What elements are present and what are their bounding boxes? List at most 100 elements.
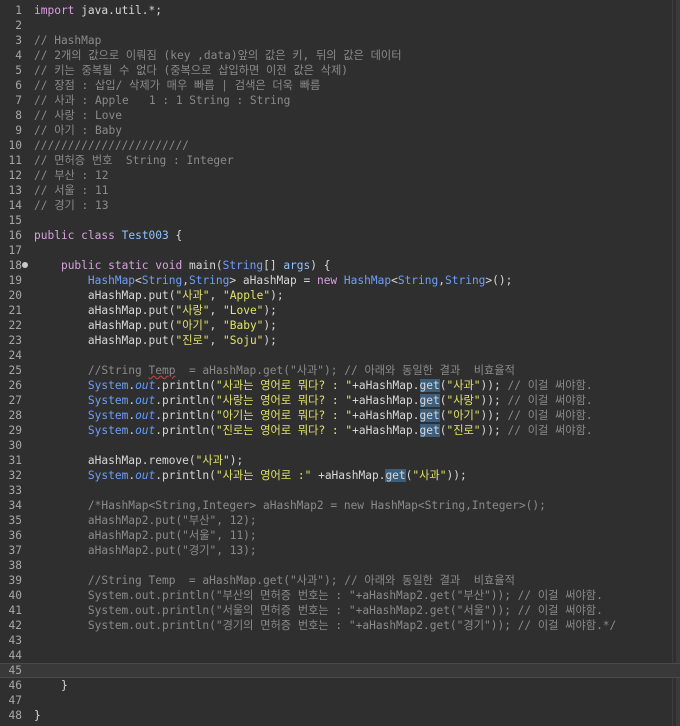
line-number: 39 [8,574,22,587]
code-text: aHashMap2.put("부산", 12); [34,514,257,527]
code-text: //String Temp = aHashMap.get("사과"); // 아… [34,574,515,587]
code-text: System.out.println("진로는 영어로 뭐다? : "+aHas… [87,424,593,437]
code-line[interactable]: 9 // 아기 : Baby [0,123,680,138]
code-line[interactable]: 34 /*HashMap<String,Integer> aHashMap2 =… [0,498,680,513]
code-line[interactable]: 6 // 장점 : 삽입/ 삭제가 매우 빠름 | 검색은 더욱 빠름 [0,78,680,93]
code-line[interactable]: 16 public class Test003 { [0,228,680,243]
line-number: 33 [8,484,22,497]
code-line[interactable]: 37 aHashMap2.put("경기", 13); [0,543,680,558]
code-line[interactable]: 1 import java.util.*; [0,3,680,18]
code-line[interactable]: 15 [0,213,680,228]
code-line[interactable]: 18 public static void main(String[] args… [0,258,680,273]
code-line[interactable]: 3 // HashMap [0,33,680,48]
code-line[interactable]: 44 [0,648,680,663]
code-text: HashMap<String,String> aHashMap = new Ha… [87,274,513,287]
code-line[interactable]: 8 // 사랑 : Love [0,108,680,123]
code-text: // HashMap [34,34,102,47]
line-number: 47 [8,694,22,707]
code-text: // 사과 : Apple 1 : 1 String : String [34,94,291,107]
code-line[interactable]: 45 [0,663,680,678]
line-number: 32 [8,469,22,482]
code-line[interactable]: 24 [0,348,680,363]
code-line[interactable]: 17 [0,243,680,258]
code-line[interactable]: 48} [0,708,680,723]
code-text: aHashMap.put("진로", "Soju"); [34,334,277,347]
line-number: 38 [8,559,22,572]
code-line[interactable]: 41 System.out.println("서울의 면허증 번호는 : "+a… [0,603,680,618]
line-number: 36 [8,529,22,542]
code-line[interactable]: 42 System.out.println("경기의 면허증 번호는 : "+a… [0,618,680,633]
code-text: // 서울 : 11 [34,184,109,197]
code-editor[interactable]: 1 import java.util.*; 2 3// HashMap 4// 2개의 … [0,0,680,726]
code-line[interactable]: 12 // 부산 : 12 [0,168,680,183]
line-number: 25 [8,364,22,377]
code-line[interactable]: 25 //String Temp = aHashMap.get("사과"); /… [0,363,680,378]
line-number: 30 [8,439,22,452]
code-line[interactable]: 46 } [0,678,680,693]
code-text: /*HashMap<String,Integer> aHashMap2 = ne… [34,499,546,512]
line-number: 2 [15,19,22,32]
code-text: } [34,679,68,692]
code-text: System.out.println("경기의 면허증 번호는 : "+aHas… [34,619,617,632]
line-number: 43 [8,634,22,647]
line-number: 31 [8,454,22,467]
code-line[interactable]: 38 [0,558,680,573]
line-number: 34 [8,499,22,512]
line-number: 21 [8,304,22,317]
code-text: /////////////////////// [34,139,189,152]
code-line[interactable]: 10 /////////////////////// [0,138,680,153]
line-number: 14 [8,199,22,212]
code-line[interactable]: 26 System.out.println("사과는 영어로 뭐다? : "+a… [0,378,680,393]
code-line[interactable]: 36 aHashMap2.put("서울", 11); [0,528,680,543]
code-line[interactable]: 19 HashMap<String,String> aHashMap = new… [0,273,680,288]
fold-marker-icon[interactable] [22,262,28,268]
code-line[interactable]: 33 [0,483,680,498]
line-number: 44 [8,649,22,662]
code-text: } [34,709,41,722]
line-number: 27 [8,394,22,407]
line-number: 28 [8,409,22,422]
line-number: 7 [15,94,22,107]
code-line[interactable]: 32 System.out.println("사과는 영어로 :" +aHash… [0,468,680,483]
code-line[interactable]: 23 aHashMap.put("진로", "Soju"); [0,333,680,348]
code-text: aHashMap2.put("서울", 11); [34,529,257,542]
code-line[interactable]: 28 System.out.println("아기는 영어로 뭐다? : "+a… [0,408,680,423]
code-line[interactable]: 20 aHashMap.put("사과", "Apple"); [0,288,680,303]
code-line[interactable]: 2 [0,18,680,33]
code-line[interactable]: 29 System.out.println("진로는 영어로 뭐다? : "+a… [0,423,680,438]
code-text: System.out.println("서울의 면허증 번호는 : "+aHas… [34,604,603,617]
code-text: // 부산 : 12 [34,169,109,182]
code-line[interactable]: 43 [0,633,680,648]
code-line[interactable]: 40 System.out.println("부산의 면허증 번호는 : "+a… [0,588,680,603]
code-text: aHashMap.remove("사과"); [34,454,244,467]
line-number: 15 [8,214,22,227]
line-number: 6 [15,79,22,92]
code-line[interactable]: 35 aHashMap2.put("부산", 12); [0,513,680,528]
code-line[interactable]: 27 System.out.println("사랑는 영어로 뭐다? : "+a… [0,393,680,408]
code-line[interactable]: 47 [0,693,680,708]
code-text: // 2개의 값으로 이뤄짐 (key ,data)앞의 값은 키, 뒤의 값은… [34,49,402,62]
code-line[interactable]: 13 // 서울 : 11 [0,183,680,198]
code-line[interactable]: 14 // 경기 : 13 [0,198,680,213]
code-line[interactable]: 7 // 사과 : Apple 1 : 1 String : String [0,93,680,108]
line-number: 29 [8,424,22,437]
code-text: // 면허증 번호 String : Integer [34,154,234,167]
code-text: aHashMap.put("아기", "Baby"); [34,319,277,332]
line-number: 9 [15,124,22,137]
line-number: 10 [8,139,22,152]
code-line[interactable]: 30 [0,438,680,453]
code-line[interactable]: 21 aHashMap.put("사랑", "Love"); [0,303,680,318]
code-line[interactable]: 39 //String Temp = aHashMap.get("사과"); /… [0,573,680,588]
code-line[interactable]: 31 aHashMap.remove("사과"); [0,453,680,468]
line-number: 23 [8,334,22,347]
line-number: 11 [8,154,22,167]
code-text: // 키는 중복될 수 없다 (중복으로 삽입하면 이전 값은 삭제) [34,64,348,77]
code-text: System.out.println("아기는 영어로 뭐다? : "+aHas… [87,409,593,422]
code-line[interactable]: 4 // 2개의 값으로 이뤄짐 (key ,data)앞의 값은 키, 뒤의 값… [0,48,680,63]
code-line[interactable]: 5 // 키는 중복될 수 없다 (중복으로 삽입하면 이전 값은 삭제) [0,63,680,78]
line-number: 35 [8,514,22,527]
code-line[interactable]: 22 aHashMap.put("아기", "Baby"); [0,318,680,333]
code-line[interactable]: 11 // 면허증 번호 String : Integer [0,153,680,168]
code-text: aHashMap.put("사랑", "Love"); [34,304,277,317]
code-text: public class Test003 { [34,229,183,242]
